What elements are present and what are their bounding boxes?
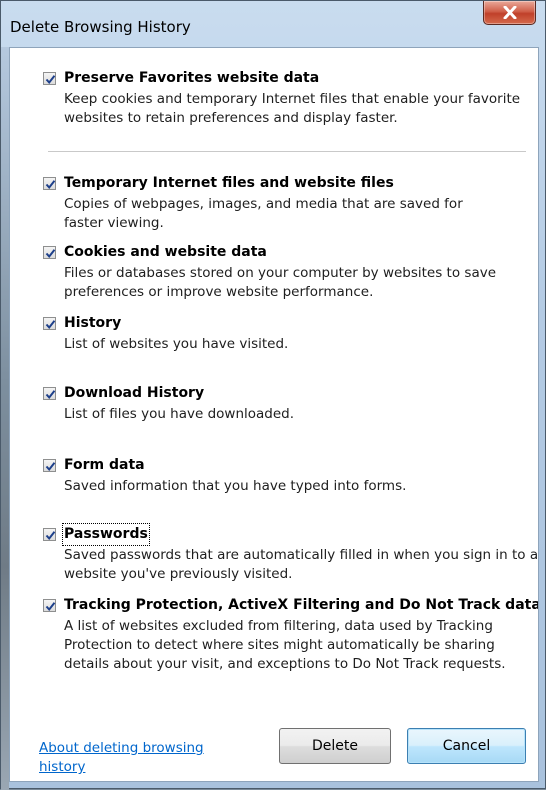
checkmark-icon [45, 390, 56, 400]
option-description: Copies of webpages, images, and media th… [64, 196, 463, 231]
checkmark-icon [45, 531, 56, 541]
download-history-checkbox[interactable] [43, 387, 56, 400]
checkmark-icon [45, 75, 56, 85]
checkmark-icon [45, 602, 56, 612]
about-deleting-history-link[interactable]: About deleting browsing history [39, 739, 239, 777]
option-title: Preserve Favorites website data [64, 70, 320, 86]
option-title: Download History [64, 385, 205, 401]
option-title: Tracking Protection, ActiveX Filtering a… [64, 597, 538, 613]
option-title: Form data [64, 457, 145, 473]
checkmark-icon [45, 462, 56, 472]
separator [48, 151, 526, 152]
option-title: Passwords [62, 523, 150, 546]
option-tracking-protection: Tracking Protection, ActiveX Filtering a… [43, 596, 538, 716]
checkmark-icon [45, 249, 56, 259]
option-description: Saved passwords that are automatically f… [64, 547, 539, 582]
passwords-checkbox[interactable] [43, 528, 56, 541]
option-title: Cookies and website data [64, 244, 267, 260]
history-checkbox[interactable] [43, 317, 56, 330]
preserve-favorites-checkbox[interactable] [43, 72, 56, 85]
close-icon [503, 6, 517, 19]
checkmark-icon [45, 180, 56, 190]
dialog-title: Delete Browsing History [10, 18, 191, 36]
option-description: List of files you have downloaded. [64, 406, 295, 422]
title-bar[interactable]: Delete Browsing History [1, 1, 545, 47]
option-description: A list of websites excluded from filteri… [64, 618, 506, 672]
option-description: Files or databases stored on your comput… [64, 265, 497, 300]
close-button[interactable] [483, 1, 536, 25]
option-description: Keep cookies and temporary Internet file… [64, 91, 521, 126]
option-title: Temporary Internet files and website fil… [64, 175, 394, 191]
temporary-internet-files-checkbox[interactable] [43, 177, 56, 190]
delete-button[interactable]: Delete [279, 728, 391, 764]
option-description: List of websites you have visited. [64, 336, 289, 352]
cookies-checkbox[interactable] [43, 246, 56, 259]
option-title: History [64, 315, 122, 331]
tracking-protection-checkbox[interactable] [43, 599, 56, 612]
cancel-button[interactable]: Cancel [407, 728, 526, 764]
form-data-checkbox[interactable] [43, 459, 56, 472]
checkmark-icon [45, 320, 56, 330]
background-strip [1, 47, 9, 790]
dialog-content: Preserve Favorites website data Keep coo… [9, 47, 539, 782]
delete-browsing-history-dialog: Delete Browsing History Preserve Favorit… [0, 0, 546, 790]
option-description: Saved information that you have typed in… [64, 478, 407, 494]
